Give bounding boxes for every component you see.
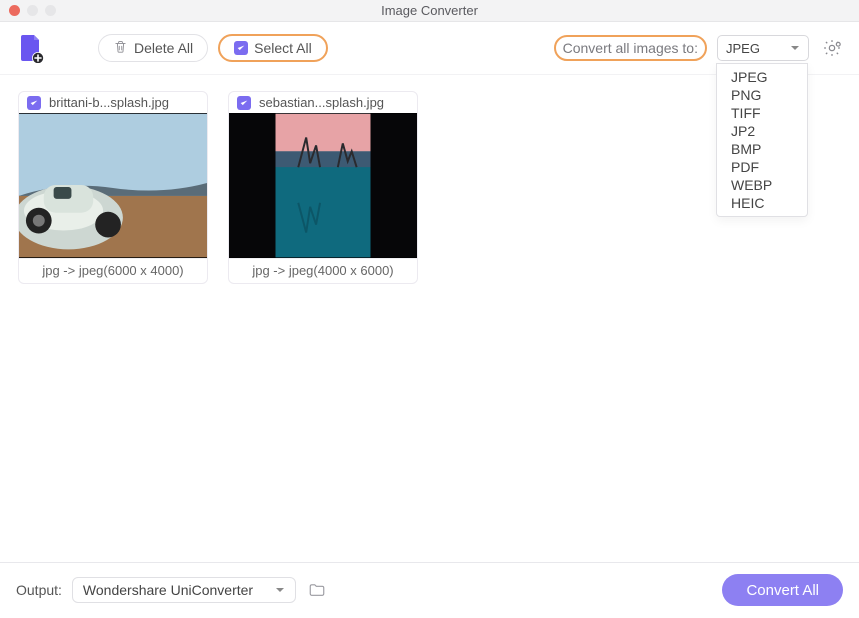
gear-icon [822,38,842,58]
checkbox-checked-icon [234,41,248,55]
output-label: Output: [16,582,62,598]
format-option[interactable]: PDF [717,158,807,176]
titlebar: Image Converter [0,0,859,22]
format-option[interactable]: WEBP [717,176,807,194]
image-card[interactable]: sebastian...splash.jpg jpg -> jpeg(4000 … [228,91,418,284]
card-header: brittani-b...splash.jpg [19,92,207,113]
delete-all-label: Delete All [134,40,193,56]
trash-icon [113,39,128,57]
chevron-down-icon [275,582,285,598]
format-selected: JPEG [726,41,760,56]
maximize-window-button[interactable] [45,5,56,16]
card-thumbnail [229,113,417,258]
convert-all-button[interactable]: Convert All [722,574,843,606]
output-folder-select[interactable]: Wondershare UniConverter [72,577,296,603]
output-folder-value: Wondershare UniConverter [83,582,253,598]
window-title: Image Converter [0,3,859,18]
window-traffic-lights [9,5,56,16]
close-window-button[interactable] [9,5,20,16]
folder-icon [308,581,326,599]
format-select[interactable]: JPEG [717,35,809,61]
card-meta: jpg -> jpeg(6000 x 4000) [19,258,207,283]
format-option[interactable]: PNG [717,86,807,104]
card-checkbox[interactable] [237,96,251,110]
card-checkbox[interactable] [27,96,41,110]
format-dropdown: JPEG PNG TIFF JP2 BMP PDF WEBP HEIC [716,63,808,217]
format-option[interactable]: JP2 [717,122,807,140]
minimize-window-button[interactable] [27,5,38,16]
select-all-button[interactable]: Select All [218,34,328,62]
image-card[interactable]: brittani-b...splash.jpg jpg -> jpeg(6000… [18,91,208,284]
footer-bar: Output: Wondershare UniConverter Convert… [0,562,859,618]
card-filename: sebastian...splash.jpg [259,95,384,110]
add-document-icon [18,33,44,63]
settings-button[interactable] [819,35,845,61]
format-option[interactable]: JPEG [717,68,807,86]
add-files-button[interactable] [14,31,48,65]
format-option[interactable]: TIFF [717,104,807,122]
open-folder-button[interactable] [306,579,328,601]
format-option[interactable]: BMP [717,140,807,158]
card-meta: jpg -> jpeg(4000 x 6000) [229,258,417,283]
convert-to-label: Convert all images to: [554,35,707,61]
format-option[interactable]: HEIC [717,194,807,212]
select-all-label: Select All [254,40,312,56]
convert-all-label: Convert All [746,582,819,599]
delete-all-button[interactable]: Delete All [98,34,208,62]
card-filename: brittani-b...splash.jpg [49,95,169,110]
card-header: sebastian...splash.jpg [229,92,417,113]
card-thumbnail [19,113,207,258]
chevron-down-icon [790,41,800,56]
